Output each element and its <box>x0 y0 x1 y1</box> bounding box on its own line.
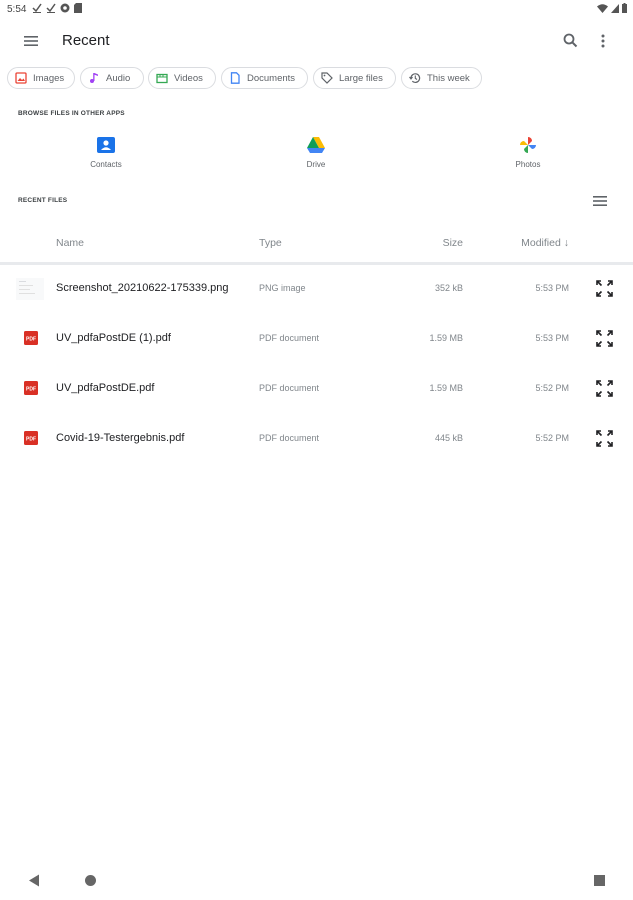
file-type: PDF document <box>259 433 320 443</box>
file-name: Screenshot_20210622-175339.png <box>56 282 229 294</box>
expand-icon[interactable] <box>596 380 613 397</box>
chip-documents[interactable]: Documents <box>221 67 308 89</box>
download-done-icon <box>46 3 56 13</box>
download-done-icon <box>32 3 42 13</box>
app-photos[interactable]: Photos <box>488 136 568 186</box>
battery-icon <box>622 3 627 13</box>
sd-card-icon <box>74 3 82 13</box>
sort-arrow-icon: ↓ <box>563 237 569 249</box>
chip-label: Videos <box>174 72 203 84</box>
file-size: 445 kB <box>434 433 463 443</box>
drive-icon <box>307 137 325 153</box>
chip-large-files[interactable]: Large files <box>313 67 396 89</box>
list-view-icon[interactable] <box>593 195 607 207</box>
pdf-icon: PDF <box>24 431 38 445</box>
browse-apps-section-label: BROWSE FILES IN OTHER APPS <box>18 110 125 117</box>
image-thumbnail <box>16 278 44 300</box>
search-icon[interactable] <box>561 31 581 51</box>
app-contacts[interactable]: Contacts <box>66 136 146 186</box>
file-size: 1.59 MB <box>429 333 463 343</box>
movie-icon <box>156 73 168 84</box>
file-modified: 5:53 PM <box>535 283 569 293</box>
svg-text:PDF: PDF <box>26 437 36 443</box>
svg-text:PDF: PDF <box>26 387 36 393</box>
hamburger-menu-icon[interactable] <box>22 32 40 50</box>
expand-icon[interactable] <box>596 430 613 447</box>
file-name: UV_pdfaPostDE.pdf <box>56 382 155 394</box>
file-modified: 5:53 PM <box>535 333 569 343</box>
contacts-icon <box>97 137 115 153</box>
back-icon[interactable] <box>28 874 40 887</box>
signal-icon <box>611 3 619 13</box>
file-row[interactable]: PDF UV_pdfaPostDE (1).pdf PDF document 1… <box>0 314 633 364</box>
app-label: Contacts <box>90 160 122 169</box>
app-bar: Recent <box>0 22 633 60</box>
chip-label: Images <box>33 72 65 84</box>
chip-images[interactable]: Images <box>7 67 75 89</box>
file-name: Covid-19-Testergebnis.pdf <box>56 432 185 444</box>
recents-icon[interactable] <box>594 875 605 886</box>
tag-icon <box>321 72 333 84</box>
svg-text:PDF: PDF <box>26 337 36 343</box>
pdf-icon: PDF <box>24 381 38 395</box>
page-title: Recent <box>62 32 110 49</box>
chip-label: This week <box>427 72 470 84</box>
file-name: UV_pdfaPostDE (1).pdf <box>56 332 171 344</box>
file-modified: 5:52 PM <box>535 383 569 393</box>
app-drive[interactable]: Drive <box>276 136 356 186</box>
pdf-icon: PDF <box>24 331 38 345</box>
chip-videos[interactable]: Videos <box>148 67 216 89</box>
file-size: 1.59 MB <box>429 383 463 393</box>
file-row[interactable]: PDF Covid-19-Testergebnis.pdf PDF docume… <box>0 414 633 464</box>
chip-label: Large files <box>339 72 383 84</box>
column-header-type[interactable]: Type <box>259 237 282 249</box>
chip-label: Documents <box>247 72 296 84</box>
vpn-icon <box>60 3 70 13</box>
column-header-modified[interactable]: Modified ↓ <box>490 237 569 249</box>
photos-icon <box>520 137 536 153</box>
music-note-icon <box>90 73 98 83</box>
column-header-modified-label: Modified <box>521 237 561 249</box>
status-bar: 5:54 <box>0 0 633 22</box>
image-icon <box>15 72 27 84</box>
app-label: Photos <box>515 160 541 169</box>
history-icon <box>409 73 421 84</box>
chip-audio[interactable]: Audio <box>80 67 144 89</box>
recent-files-section-label: RECENT FILES <box>18 197 68 204</box>
chip-label: Audio <box>106 72 131 84</box>
column-header-name[interactable]: Name <box>56 237 84 249</box>
column-header-size[interactable]: Size <box>380 237 463 249</box>
file-modified: 5:52 PM <box>535 433 569 443</box>
wifi-icon <box>597 3 608 13</box>
expand-icon[interactable] <box>596 280 613 297</box>
chip-this-week[interactable]: This week <box>401 67 482 89</box>
file-type: PNG image <box>259 283 306 293</box>
file-row[interactable]: PDF UV_pdfaPostDE.pdf PDF document 1.59 … <box>0 364 633 414</box>
file-row[interactable]: Screenshot_20210622-175339.png PNG image… <box>0 264 633 314</box>
status-system-icons <box>597 3 627 13</box>
expand-icon[interactable] <box>596 330 613 347</box>
file-type: PDF document <box>259 333 320 343</box>
file-size: 352 kB <box>434 283 463 293</box>
document-icon <box>230 72 240 84</box>
app-label: Drive <box>306 160 326 169</box>
status-time: 5:54 <box>7 4 27 15</box>
status-notification-icons <box>32 3 82 13</box>
file-type: PDF document <box>259 383 320 393</box>
home-icon[interactable] <box>85 875 96 886</box>
more-vert-icon[interactable] <box>597 31 609 51</box>
